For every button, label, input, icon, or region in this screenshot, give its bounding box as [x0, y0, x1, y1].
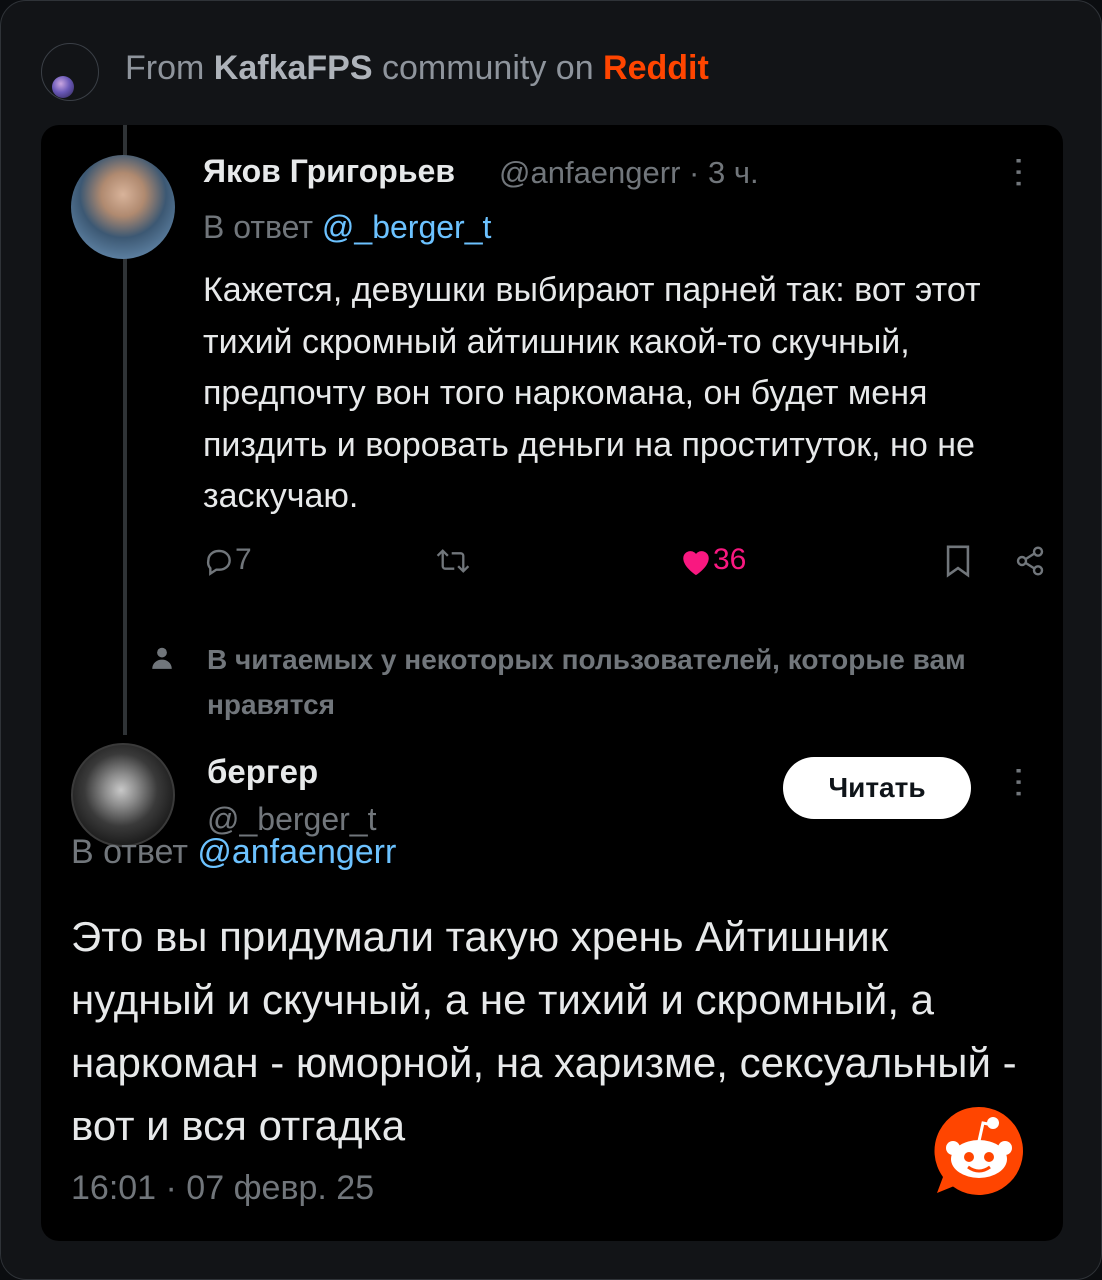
reply-more-icon[interactable]: ⋯ [999, 765, 1039, 799]
author-handle: @anfaengerr · 3 ч. [499, 155, 759, 190]
author-name[interactable]: Яков Григорьев [203, 153, 455, 190]
tweet-actions: 7 36 [203, 543, 1044, 593]
reply-count: 7 [235, 543, 252, 576]
person-icon [152, 647, 172, 669]
source-text: From KafkaFPS community on Reddit [125, 49, 709, 88]
reddit-logo-icon[interactable] [929, 1101, 1029, 1201]
like-count: 36 [713, 543, 747, 576]
reply-timestamp: 16:01 · 07 февр. 25 [71, 1169, 375, 1207]
tweet-screenshot: Яков Григорьев @anfaengerr · 3 ч. ⋯ В от… [41, 125, 1063, 1241]
share-icon [1016, 546, 1044, 576]
bookmark-icon [946, 545, 970, 578]
reply-prefix-2: В ответ [71, 833, 198, 871]
reply-mention-link-2[interactable]: @anfaengerr [197, 833, 396, 871]
social-context-text: В читаемых у некоторых пользователей, ко… [207, 644, 966, 720]
community-avatar-image [52, 76, 74, 98]
reddit-share-card: From KafkaFPS community on Reddit Яков Г… [0, 0, 1102, 1280]
retweet-action[interactable] [435, 543, 471, 577]
source-prefix: From [125, 49, 214, 87]
source-middle: community on [372, 49, 604, 87]
reply-author-avatar[interactable] [71, 743, 175, 847]
source-header: From KafkaFPS community on Reddit [41, 41, 1041, 101]
reply-text: Это вы придумали такую хрень Айтишник ну… [71, 913, 1017, 1149]
reply-action[interactable]: 7 [203, 543, 252, 577]
author-avatar[interactable] [71, 155, 175, 259]
platform-name[interactable]: Reddit [603, 49, 709, 87]
reply-author-name[interactable]: бергер [207, 753, 318, 791]
more-icon[interactable]: ⋯ [999, 155, 1039, 189]
tweet-text: Кажется, девушки выбирают парней так: во… [203, 271, 981, 515]
reply-mention-link[interactable]: @_berger_t [322, 209, 491, 245]
follow-button[interactable]: Читать [783, 757, 971, 819]
comment-icon [206, 549, 231, 576]
reply-context-2: В ответ @anfaengerr [71, 833, 396, 872]
reply-prefix: В ответ [203, 209, 322, 245]
retweet-icon [436, 549, 470, 574]
community-avatar[interactable] [41, 43, 99, 101]
community-name[interactable]: KafkaFPS [214, 49, 373, 87]
like-action[interactable]: 36 [679, 543, 746, 577]
heart-icon [683, 551, 709, 576]
bookmark-action[interactable] [943, 543, 973, 578]
share-action[interactable] [1013, 543, 1047, 577]
reply-context: В ответ @_berger_t [203, 209, 491, 246]
